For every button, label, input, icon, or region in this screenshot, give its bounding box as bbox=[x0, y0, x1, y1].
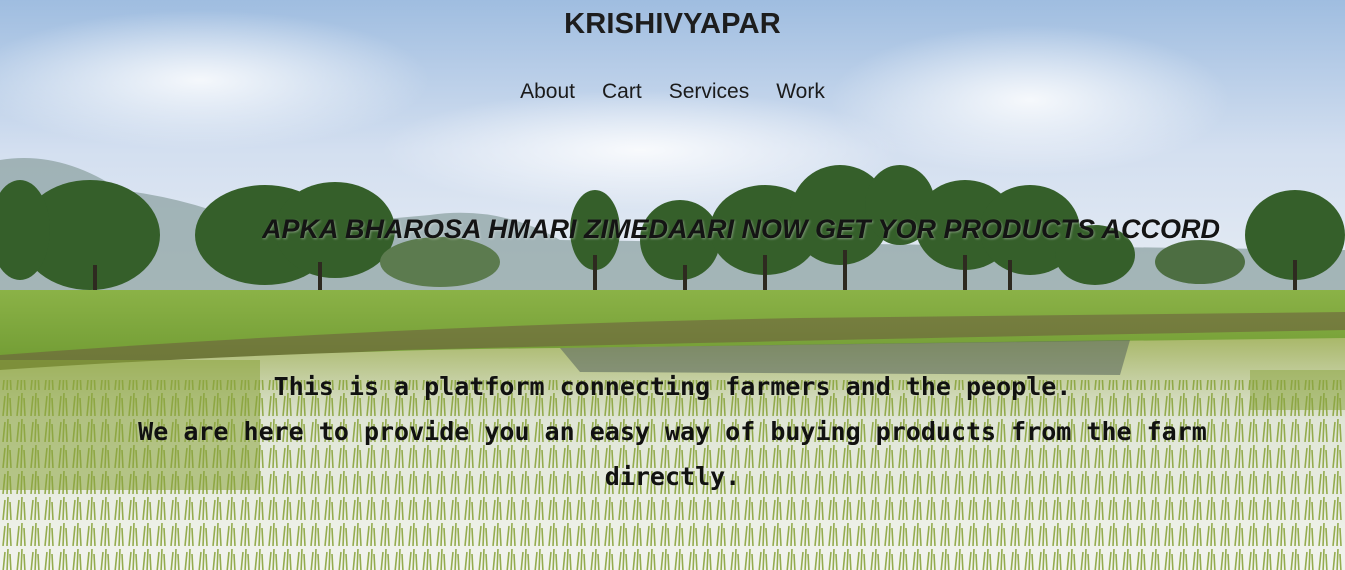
intro-text-block: This is a platform connecting farmers an… bbox=[0, 364, 1345, 499]
tagline-text: APKA BHAROSA HMARI ZIMEDAARI NOW GET YOR… bbox=[262, 214, 1220, 244]
scrolling-tagline: APKA BHAROSA HMARI ZIMEDAARI NOW GET YOR… bbox=[262, 214, 1317, 250]
nav-link-services[interactable]: Services bbox=[669, 80, 750, 104]
intro-line-1: This is a platform connecting farmers an… bbox=[273, 372, 1072, 401]
main-nav: About Cart Services Work bbox=[0, 80, 1345, 104]
hero-section: KRISHIVYAPAR About Cart Services Work AP… bbox=[0, 0, 1345, 570]
nav-link-work[interactable]: Work bbox=[776, 80, 825, 104]
nav-link-about[interactable]: About bbox=[520, 80, 575, 104]
nav-link-cart[interactable]: Cart bbox=[602, 80, 642, 104]
intro-line-2: We are here to provide you an easy way o… bbox=[138, 417, 1207, 491]
site-brand-title: KRISHIVYAPAR bbox=[564, 8, 781, 40]
